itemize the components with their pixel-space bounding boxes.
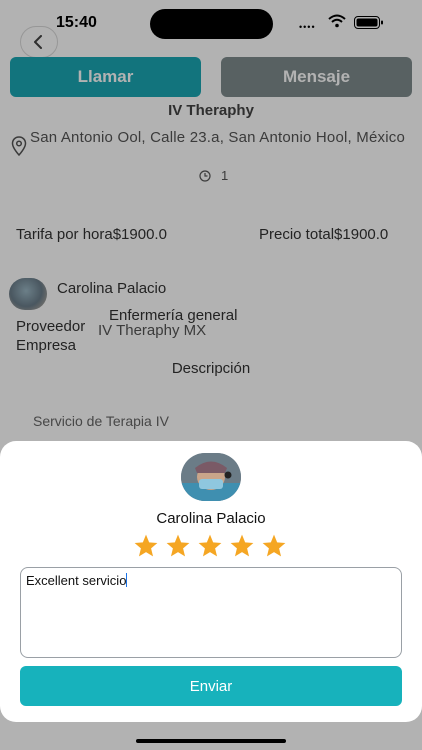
status-time: 15:40: [56, 14, 97, 31]
wifi-icon: [328, 14, 346, 28]
star-rating[interactable]: [133, 533, 287, 559]
star-icon[interactable]: [133, 533, 159, 559]
star-icon[interactable]: [261, 533, 287, 559]
review-text-input[interactable]: Excellent servicio: [20, 567, 402, 658]
star-icon[interactable]: [165, 533, 191, 559]
star-icon[interactable]: [229, 533, 255, 559]
dynamic-island: [150, 9, 273, 39]
reviewer-name: Carolina Palacio: [156, 510, 266, 527]
reviewer-avatar: [181, 453, 241, 501]
review-sheet: Carolina Palacio Excellent servicio Envi…: [0, 441, 422, 722]
send-review-button[interactable]: Enviar: [20, 666, 402, 706]
battery-icon: [354, 16, 383, 29]
home-indicator: [136, 739, 286, 743]
review-text: Excellent servicio: [26, 573, 127, 588]
signal-icon: ••••: [299, 22, 316, 32]
star-icon[interactable]: [197, 533, 223, 559]
status-bar: 15:40 ••••: [0, 0, 422, 46]
text-cursor: [126, 573, 128, 587]
